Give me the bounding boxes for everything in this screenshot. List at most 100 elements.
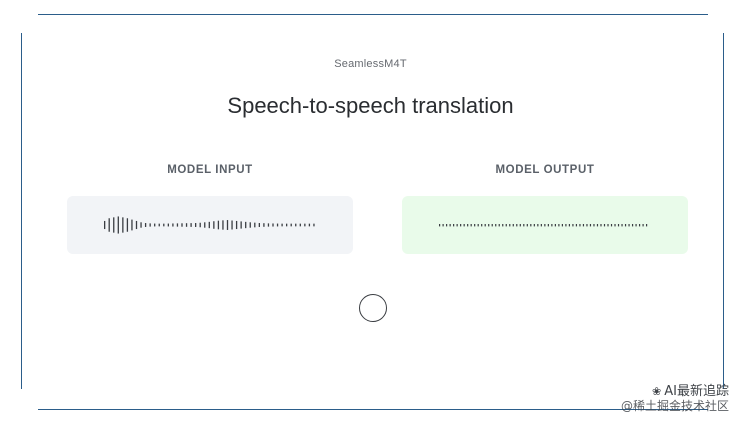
output-waveform-dot — [509, 224, 511, 227]
output-waveform-dot — [470, 224, 472, 227]
output-waveform-dot — [498, 224, 500, 227]
wechat-logo-icon: ❀ — [652, 385, 662, 398]
record-button[interactable] — [359, 294, 387, 322]
output-waveform-dot — [512, 224, 514, 227]
frame-border-left — [21, 33, 22, 389]
input-waveform-bar — [144, 223, 147, 227]
input-waveform-bar — [286, 223, 288, 227]
output-waveform-dot — [523, 224, 525, 227]
output-waveform-dot — [477, 224, 479, 227]
product-name: SeamlessM4T — [334, 58, 407, 70]
model-input-panel[interactable] — [67, 196, 353, 254]
model-output-label: MODEL OUTPUT — [495, 164, 595, 176]
input-waveform-bar — [167, 223, 169, 227]
output-waveform-dot — [491, 224, 493, 227]
input-waveform — [104, 216, 315, 234]
output-waveform-dot — [453, 224, 455, 227]
watermark-line-2: @稀土掘金技术社区 — [620, 399, 729, 413]
input-waveform-bar — [222, 220, 224, 230]
output-waveform-dot — [484, 224, 486, 227]
input-waveform-bar — [181, 223, 183, 227]
input-waveform-bar — [226, 220, 229, 230]
output-waveform-dot — [621, 224, 623, 227]
output-waveform-dot — [631, 224, 634, 227]
output-waveform-dot — [530, 224, 532, 227]
output-waveform-dot — [561, 224, 563, 227]
output-waveform-dot — [593, 224, 595, 227]
input-waveform-bar — [195, 223, 197, 227]
input-waveform-bar — [113, 217, 115, 233]
input-waveform-bar — [249, 222, 251, 228]
input-waveform-bar — [272, 223, 274, 227]
output-waveform-dot — [568, 224, 571, 227]
output-waveform-dot — [526, 224, 528, 227]
input-waveform-bar — [122, 217, 124, 233]
model-input-label: MODEL INPUT — [167, 164, 253, 176]
input-waveform-bar — [185, 223, 188, 227]
output-waveform-dot — [449, 224, 451, 227]
input-waveform-bar — [217, 220, 220, 230]
output-waveform-dot — [516, 224, 518, 227]
output-waveform-dot — [646, 224, 648, 227]
output-waveform-dot — [467, 224, 469, 227]
input-waveform-bar — [231, 220, 233, 230]
output-waveform-dot — [456, 224, 458, 227]
output-waveform-dot — [635, 224, 637, 227]
input-waveform-bar — [254, 222, 256, 228]
output-waveform-dot — [488, 224, 490, 227]
input-waveform-bar — [149, 223, 151, 227]
output-waveform-dot — [575, 224, 578, 227]
input-waveform-bar — [276, 223, 279, 227]
demo-frame: SeamlessM4T Speech-to-speech translation… — [0, 0, 741, 425]
output-waveform-dot — [600, 224, 602, 227]
output-waveform-dot — [460, 224, 462, 227]
input-waveform-bar — [190, 223, 192, 227]
output-waveform-dot — [624, 224, 627, 227]
output-waveform-dot — [614, 224, 616, 227]
output-waveform-dot — [589, 224, 592, 227]
output-waveform-dot — [572, 224, 574, 227]
input-waveform-bar — [199, 222, 201, 228]
input-waveform-bar — [313, 223, 315, 227]
output-waveform-dot — [565, 224, 567, 227]
input-waveform-bar — [258, 223, 260, 227]
input-waveform-bar — [172, 223, 174, 227]
input-waveform-bar — [176, 223, 179, 227]
output-waveform-dot — [603, 224, 606, 227]
output-waveform-dot — [537, 224, 539, 227]
input-waveform-bar — [163, 223, 165, 227]
input-waveform-bar — [213, 221, 215, 229]
input-waveform-bar — [304, 223, 306, 227]
output-waveform-dot — [505, 224, 507, 227]
input-waveform-bar — [117, 216, 119, 234]
frame-border-top — [38, 14, 708, 15]
output-waveform-dot — [596, 224, 599, 227]
output-waveform-dot — [586, 224, 588, 227]
output-waveform-dot — [582, 224, 585, 227]
output-waveform-dot — [642, 224, 644, 227]
input-waveform-bar — [240, 221, 242, 229]
input-waveform-bar — [135, 220, 138, 230]
input-waveform-bar — [281, 223, 283, 227]
output-waveform-dot — [439, 224, 441, 227]
input-waveform-bar — [154, 223, 156, 227]
input-waveform-bar — [104, 220, 106, 230]
input-waveform-bar — [108, 218, 110, 232]
frame-border-bottom — [38, 409, 708, 410]
input-waveform-bar — [267, 223, 270, 227]
input-waveform-bar — [235, 220, 238, 230]
input-waveform-bar — [245, 221, 247, 229]
page-title: Speech-to-speech translation — [227, 93, 514, 118]
output-waveform-dot — [617, 224, 620, 227]
output-waveform-dot — [554, 224, 556, 227]
output-waveform-dot — [607, 224, 609, 227]
input-waveform-bar — [208, 221, 210, 229]
input-waveform-bar — [308, 223, 311, 227]
model-output-panel[interactable] — [402, 196, 688, 254]
output-waveform-dot — [442, 224, 444, 227]
output-waveform-dot — [610, 224, 613, 227]
output-waveform-dot — [544, 224, 546, 227]
input-waveform-bar — [131, 219, 133, 231]
watermark-line-1: AI最新追踪 — [664, 384, 729, 399]
input-waveform-bar — [140, 222, 142, 228]
